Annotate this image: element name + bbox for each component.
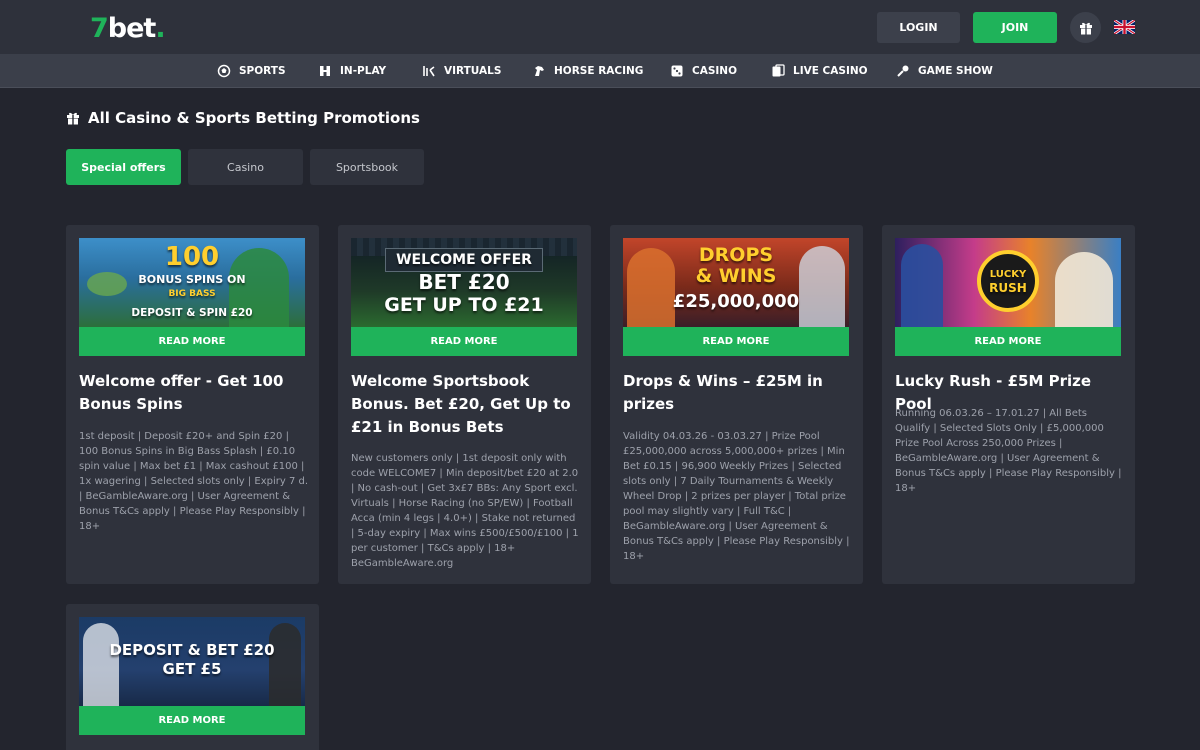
cards-icon: [772, 64, 785, 77]
tab-casino[interactable]: Casino: [188, 149, 303, 185]
tab-sportsbook[interactable]: Sportsbook: [310, 149, 424, 185]
main-nav: SPORTS IN-PLAY VIRTUALS HORSE RACING CAS…: [0, 54, 1200, 88]
nav-item-game-show[interactable]: GAME SHOW: [896, 54, 993, 88]
promo-banner[interactable]: WELCOME OFFER BET £20 GET UP TO £21: [351, 238, 577, 327]
nav-item-virtuals[interactable]: VIRTUALS: [422, 54, 501, 88]
nav-item-horse-racing[interactable]: HORSE RACING: [532, 54, 643, 88]
top-header: 7bet. LOGIN JOIN: [0, 0, 1200, 54]
football-icon: [217, 64, 231, 78]
gift-icon: [1079, 22, 1092, 34]
site-logo[interactable]: 7bet.: [90, 13, 166, 44]
promo-banner[interactable]: DROPS & WINS £25,000,000: [623, 238, 849, 327]
page-heading: All Casino & Sports Betting Promotions: [66, 108, 420, 128]
promo-terms: 1st deposit | Deposit £20+ and Spin £20 …: [79, 431, 309, 532]
read-more-button[interactable]: READ MORE: [351, 327, 577, 356]
promo-card-drops-wins: DROPS & WINS £25,000,000 READ MORE Drops…: [610, 225, 863, 584]
virtuals-icon: [423, 66, 435, 77]
promo-card-bonus-spins: 100 BONUS SPINS ON BIG BASS DEPOSIT & SP…: [66, 225, 319, 584]
dice-icon: [671, 65, 683, 77]
gift-button[interactable]: [1070, 12, 1101, 43]
read-more-button[interactable]: READ MORE: [79, 706, 305, 735]
promo-terms: Validity 04.03.26 - 03.03.27 | Prize Poo…: [623, 431, 850, 562]
nav-item-sports[interactable]: SPORTS: [217, 54, 286, 88]
promo-terms: New customers only | 1st deposit only wi…: [351, 453, 579, 569]
nav-item-casino[interactable]: CASINO: [670, 54, 737, 88]
page-title: All Casino & Sports Betting Promotions: [88, 109, 420, 127]
promo-banner[interactable]: DEPOSIT & BET £20 GET £5: [79, 617, 305, 706]
in-play-icon: [320, 66, 330, 76]
read-more-button[interactable]: READ MORE: [623, 327, 849, 356]
uk-flag-icon[interactable]: [1114, 20, 1135, 34]
tab-special-offers[interactable]: Special offers: [66, 149, 181, 185]
promo-terms: Running 06.03.26 – 17.01.27 | All Bets Q…: [895, 408, 1122, 494]
promo-card-lucky-rush: LUCKY RUSH READ MORE Lucky Rush - £5M Pr…: [882, 225, 1135, 584]
promo-title: Drops & Wins – £25M in prizes: [623, 372, 823, 413]
microphone-icon: [897, 65, 909, 77]
nav-item-live-casino[interactable]: LIVE CASINO: [771, 54, 868, 88]
read-more-button[interactable]: READ MORE: [895, 327, 1121, 356]
promo-banner[interactable]: LUCKY RUSH: [895, 238, 1121, 327]
promo-card-deposit-bet: DEPOSIT & BET £20 GET £5 READ MORE: [66, 604, 319, 750]
join-button[interactable]: JOIN: [973, 12, 1057, 43]
read-more-button[interactable]: READ MORE: [79, 327, 305, 356]
promo-title: Welcome Sportsbook Bonus. Bet £20, Get U…: [351, 372, 571, 436]
horse-icon: [535, 66, 544, 76]
nav-item-in-play[interactable]: IN-PLAY: [318, 54, 386, 88]
promo-card-sportsbook-bonus: WELCOME OFFER BET £20 GET UP TO £21 READ…: [338, 225, 591, 584]
promo-title: Welcome offer - Get 100 Bonus Spins: [79, 372, 284, 413]
login-button[interactable]: LOGIN: [877, 12, 960, 43]
promo-banner[interactable]: 100 BONUS SPINS ON BIG BASS DEPOSIT & SP…: [79, 238, 305, 327]
gift-icon: [67, 112, 79, 125]
